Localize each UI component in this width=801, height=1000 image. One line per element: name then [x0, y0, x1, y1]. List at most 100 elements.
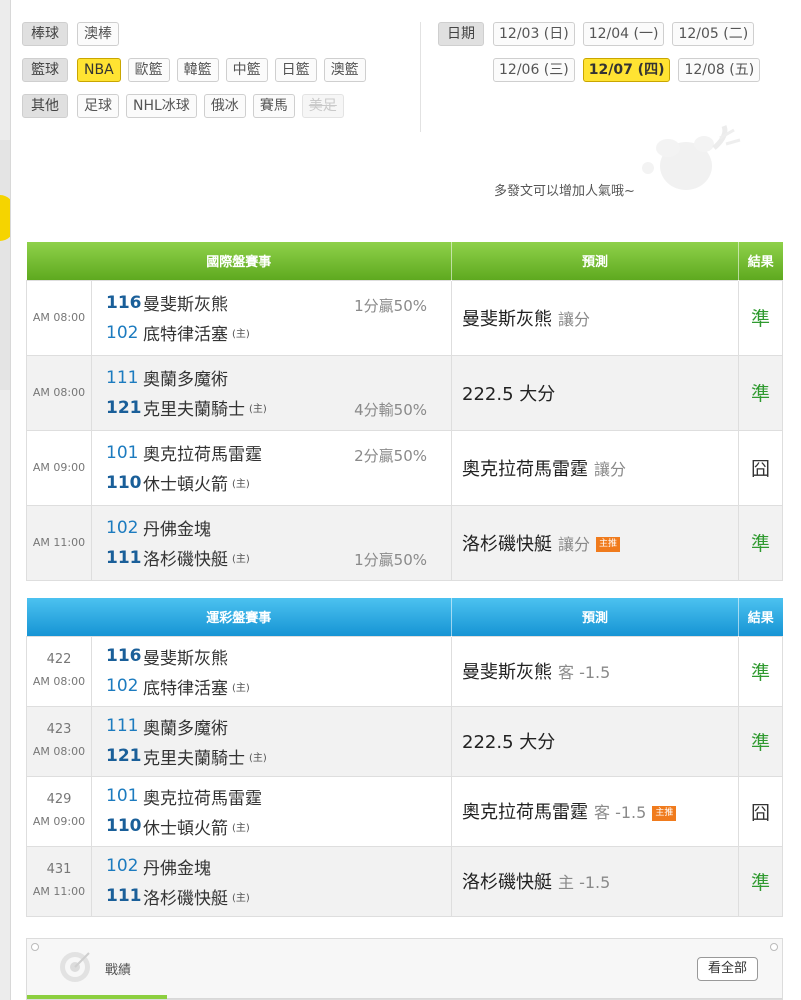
- prediction-type: 客 -1.5: [594, 803, 647, 822]
- table-row[interactable]: 431 AM 11:00 102 丹佛金塊 111 洛杉磯快艇 (主) 洛杉磯快艇主 -1.5…: [26, 845, 783, 917]
- sport-chip-basketball[interactable]: 日籃: [274, 58, 317, 82]
- table-header-row: 運彩盤賽事 預測 結果: [26, 598, 783, 636]
- home-tag: (主): [249, 404, 267, 415]
- game-time: AM 08:00: [32, 385, 86, 399]
- game-time-cell: AM 11:00: [26, 504, 92, 581]
- featured-pick-badge: 主推: [596, 537, 621, 552]
- table-row[interactable]: AM 08:00 111 奧蘭多魔術 121 克里夫蘭騎士 (主) 4分輸50% 222.5 …: [26, 354, 783, 431]
- date-chip[interactable]: 12/08 (五): [678, 58, 761, 82]
- sport-chip-other[interactable]: NHL冰球: [126, 94, 197, 118]
- away-team-name: 奧克拉荷馬雷霆: [143, 788, 262, 809]
- prediction-pick: 洛杉磯快艇: [462, 872, 552, 893]
- result-cell: 準: [738, 354, 783, 431]
- mascot-illustration: [642, 125, 741, 190]
- matchup-cell: 101 奧克拉荷馬雷霆 110 休士頓火箭 (主) 2分贏50%: [91, 429, 452, 506]
- result-cell: 準: [738, 845, 783, 917]
- result-cell: 準: [738, 635, 783, 707]
- result-cell: 囧: [738, 429, 783, 506]
- away-score: 101: [106, 442, 139, 463]
- home-team-name: 洛杉磯快艇: [143, 550, 228, 570]
- sport-chip-other[interactable]: 足球: [77, 94, 119, 118]
- header-prediction: 預測: [451, 242, 739, 280]
- intl-odds-table: 國際盤賽事 預測 結果 AM 08:00 116 曼斐斯灰熊 102 底特律活塞 (主) 1…: [26, 242, 783, 581]
- home-team-name: 克里夫蘭騎士: [143, 400, 245, 420]
- table-row[interactable]: 429 AM 09:00 101 奧克拉荷馬雷霆 110 休士頓火箭 (主) 奧克拉荷馬雷霆客…: [26, 775, 783, 847]
- date-chip[interactable]: 12/04 (一): [582, 22, 665, 46]
- date-chip[interactable]: 12/07 (四): [582, 58, 671, 82]
- table-row[interactable]: AM 09:00 101 奧克拉荷馬雷霆 110 休士頓火箭 (主) 2分贏50% 奧克拉荷馬…: [26, 429, 783, 506]
- spread-result-note: 2分贏50%: [354, 446, 427, 465]
- prediction-type: 主 -1.5: [558, 873, 611, 892]
- home-score: 121: [106, 746, 142, 766]
- header-prediction: 預測: [451, 598, 739, 636]
- home-tag: (主): [232, 892, 250, 904]
- home-score: 121: [106, 397, 142, 418]
- away-score: 111: [106, 367, 139, 388]
- table-row[interactable]: 422 AM 08:00 116 曼斐斯灰熊 102 底特律活塞 (主) 曼斐斯灰熊客 -1.…: [26, 635, 783, 707]
- home-tag: (主): [249, 752, 267, 764]
- header-result: 結果: [738, 242, 783, 280]
- spread-result-note: 1分贏50%: [354, 296, 427, 315]
- date-chip[interactable]: 12/06 (三): [493, 58, 575, 82]
- matchup-cell: 111 奧蘭多魔術 121 克里夫蘭騎士 (主): [91, 705, 452, 777]
- away-team-line: 116 曼斐斯灰熊: [106, 641, 451, 671]
- sport-chip-basketball[interactable]: 澳籃: [323, 58, 366, 82]
- game-time-cell: 422 AM 08:00: [26, 635, 92, 707]
- prediction-cell: 洛杉磯快艇主 -1.5: [451, 845, 739, 917]
- date-chip[interactable]: 12/05 (二): [672, 22, 755, 46]
- away-team-name: 奧蘭多魔術: [143, 370, 228, 390]
- home-score: 111: [106, 547, 142, 568]
- home-team-name: 休士頓火箭: [143, 818, 228, 839]
- category-label-baseball: 棒球: [22, 22, 68, 46]
- game-time-cell: AM 08:00: [26, 279, 92, 356]
- date-selector: 日期 12/03 (日) 12/04 (一) 12/05 (二) 12/06 (三)…: [438, 22, 778, 94]
- matchup-cell: 111 奧蘭多魔術 121 克里夫蘭騎士 (主) 4分輸50%: [91, 354, 452, 431]
- game-time: AM 08:00: [32, 310, 86, 324]
- lottery-odds-table: 運彩盤賽事 預測 結果 422 AM 08:00 116 曼斐斯灰熊 102 底特律活塞(…: [26, 598, 783, 917]
- table-row[interactable]: AM 08:00 116 曼斐斯灰熊 102 底特律活塞 (主) 1分贏50% 曼斐斯灰熊 讓分…: [26, 279, 783, 356]
- home-score: 110: [106, 472, 142, 493]
- home-team-name: 克里夫蘭騎士: [143, 748, 245, 769]
- date-row: 12/06 (三) 12/07 (四) 12/08 (五): [438, 58, 778, 82]
- home-tag: (主): [232, 822, 250, 834]
- away-team-line: 102 丹佛金塊: [106, 851, 451, 881]
- filter-row-other: 其他 足球 NHL冰球 俄冰 賽馬 美足: [22, 94, 373, 118]
- prediction-type: 客 -1.5: [558, 663, 611, 682]
- home-team-name: 休士頓火箭: [143, 475, 228, 495]
- home-score: 102: [106, 322, 139, 343]
- home-tag: (主): [232, 479, 250, 490]
- prediction-cell: 奧克拉荷馬雷霆客 -1.5 主推: [451, 775, 739, 847]
- game-time: AM 08:00: [32, 745, 86, 758]
- prediction-type: 讓分: [558, 534, 591, 554]
- sport-chip-other[interactable]: 賽馬: [252, 94, 295, 118]
- date-chip[interactable]: 12/03 (日): [493, 22, 575, 46]
- sport-chip-other[interactable]: 俄冰: [203, 94, 246, 118]
- date-label: 日期: [438, 22, 484, 46]
- matchup-cell: 116 曼斐斯灰熊 102 底特律活塞 (主): [91, 635, 452, 707]
- sport-chip-basketball[interactable]: 中籃: [225, 58, 268, 82]
- featured-pick-badge: 主推: [652, 805, 677, 821]
- away-team-line: 111 奧蘭多魔術: [106, 363, 451, 393]
- sport-chip-basketball[interactable]: NBA: [77, 58, 121, 82]
- view-all-button[interactable]: 看全部: [696, 957, 758, 981]
- sport-chip-basketball[interactable]: 韓籃: [176, 58, 219, 82]
- sport-chip-baseball[interactable]: 澳棒: [77, 22, 119, 46]
- prediction-pick: 222.5 大分: [462, 383, 556, 405]
- result-cell: 囧: [738, 775, 783, 847]
- category-label-basketball: 籃球: [22, 58, 68, 82]
- prediction-cell: 洛杉磯快艇 讓分 主推: [451, 504, 739, 581]
- game-time-cell: AM 09:00: [26, 429, 92, 506]
- away-team-name: 曼斐斯灰熊: [143, 295, 228, 315]
- game-code: 423: [46, 722, 72, 737]
- prediction-pick: 奧克拉荷馬雷霆: [462, 802, 588, 823]
- prediction-cell: 曼斐斯灰熊客 -1.5: [451, 635, 739, 707]
- table-row[interactable]: 423 AM 08:00 111 奧蘭多魔術 121 克里夫蘭騎士 (主) 222.5 大分準: [26, 705, 783, 777]
- corner-dot: [31, 943, 39, 951]
- game-time-cell: 431 AM 11:00: [26, 845, 92, 917]
- prediction-cell: 曼斐斯灰熊 讓分: [451, 279, 739, 356]
- header-intl-events: 國際盤賽事: [26, 242, 452, 280]
- prediction-type: 讓分: [558, 309, 591, 329]
- sport-chip-basketball[interactable]: 歐籃: [127, 58, 170, 82]
- table-row[interactable]: AM 11:00 102 丹佛金塊 111 洛杉磯快艇 (主) 1分贏50% 洛杉磯快艇 讓分主…: [26, 504, 783, 581]
- prediction-cell: 222.5 大分: [451, 705, 739, 777]
